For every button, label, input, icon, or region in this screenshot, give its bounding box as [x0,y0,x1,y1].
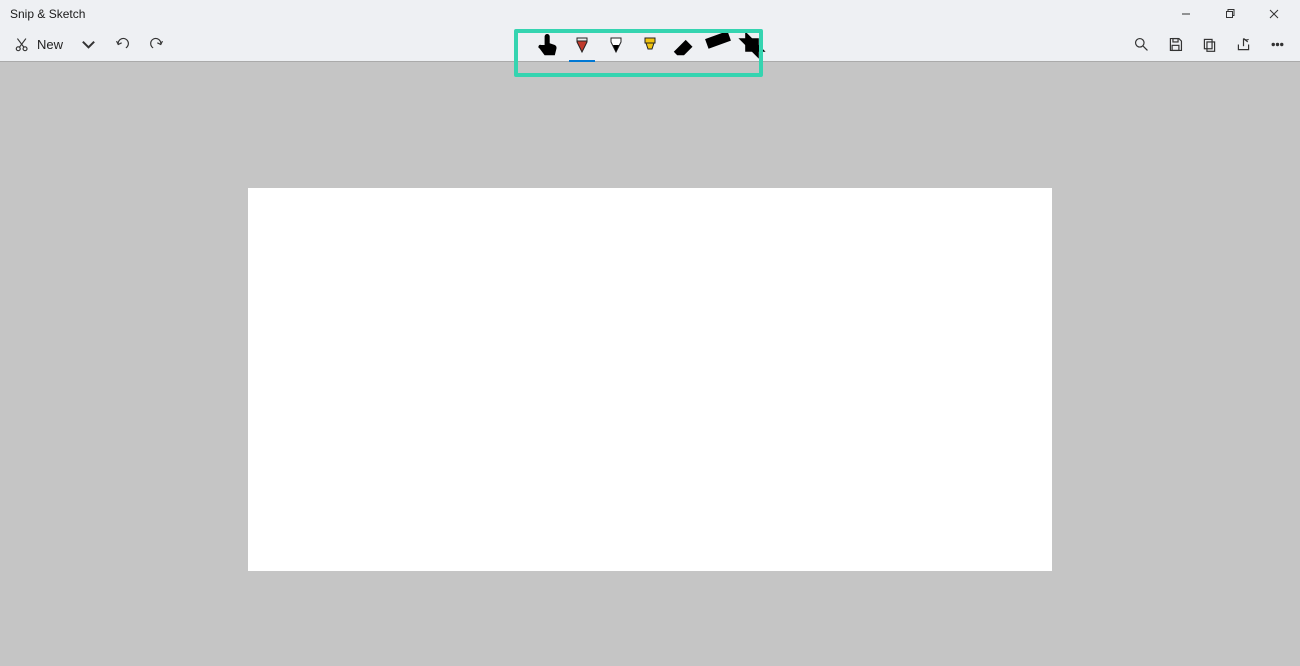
more-button[interactable] [1260,30,1294,60]
ballpoint-pen-icon [574,36,590,54]
highlighter-button[interactable] [633,30,667,60]
touch-writing-button[interactable] [531,30,565,60]
close-icon [1269,9,1279,19]
save-icon [1167,36,1184,53]
new-dropdown[interactable] [71,30,105,60]
canvas[interactable] [248,188,1052,571]
redo-button[interactable] [139,30,173,60]
new-button[interactable]: New [6,30,71,60]
share-button[interactable] [1226,30,1260,60]
share-icon [1235,36,1252,53]
maximize-button[interactable] [1210,4,1250,24]
toolbar-right [1124,30,1294,60]
pencil-button[interactable] [599,30,633,60]
eraser-icon [667,28,701,62]
touch-icon [531,28,565,62]
crop-button[interactable] [735,30,769,60]
pencil-icon [608,36,624,54]
new-label: New [37,37,63,52]
toolbar-left: New [6,30,173,60]
chevron-down-icon [80,36,97,53]
titlebar: Snip & Sketch [0,0,1300,28]
undo-icon [114,36,131,53]
eraser-button[interactable] [667,30,701,60]
undo-button[interactable] [105,30,139,60]
maximize-icon [1225,9,1235,19]
minimize-button[interactable] [1166,4,1206,24]
copy-button[interactable] [1192,30,1226,60]
snip-icon [14,36,31,53]
ballpoint-pen-button[interactable] [565,30,599,60]
canvas-area [0,62,1300,666]
toolbar: New [0,28,1300,62]
zoom-icon [1133,36,1150,53]
more-icon [1269,36,1286,53]
window-controls [1166,4,1294,24]
toolbar-center [531,30,769,60]
zoom-button[interactable] [1124,30,1158,60]
minimize-icon [1181,9,1191,19]
app-title: Snip & Sketch [10,7,85,21]
crop-icon [735,28,769,62]
redo-icon [148,36,165,53]
save-button[interactable] [1158,30,1192,60]
copy-icon [1201,36,1218,53]
close-button[interactable] [1254,4,1294,24]
ruler-icon [701,28,735,62]
highlighter-icon [642,36,658,54]
ruler-button[interactable] [701,30,735,60]
